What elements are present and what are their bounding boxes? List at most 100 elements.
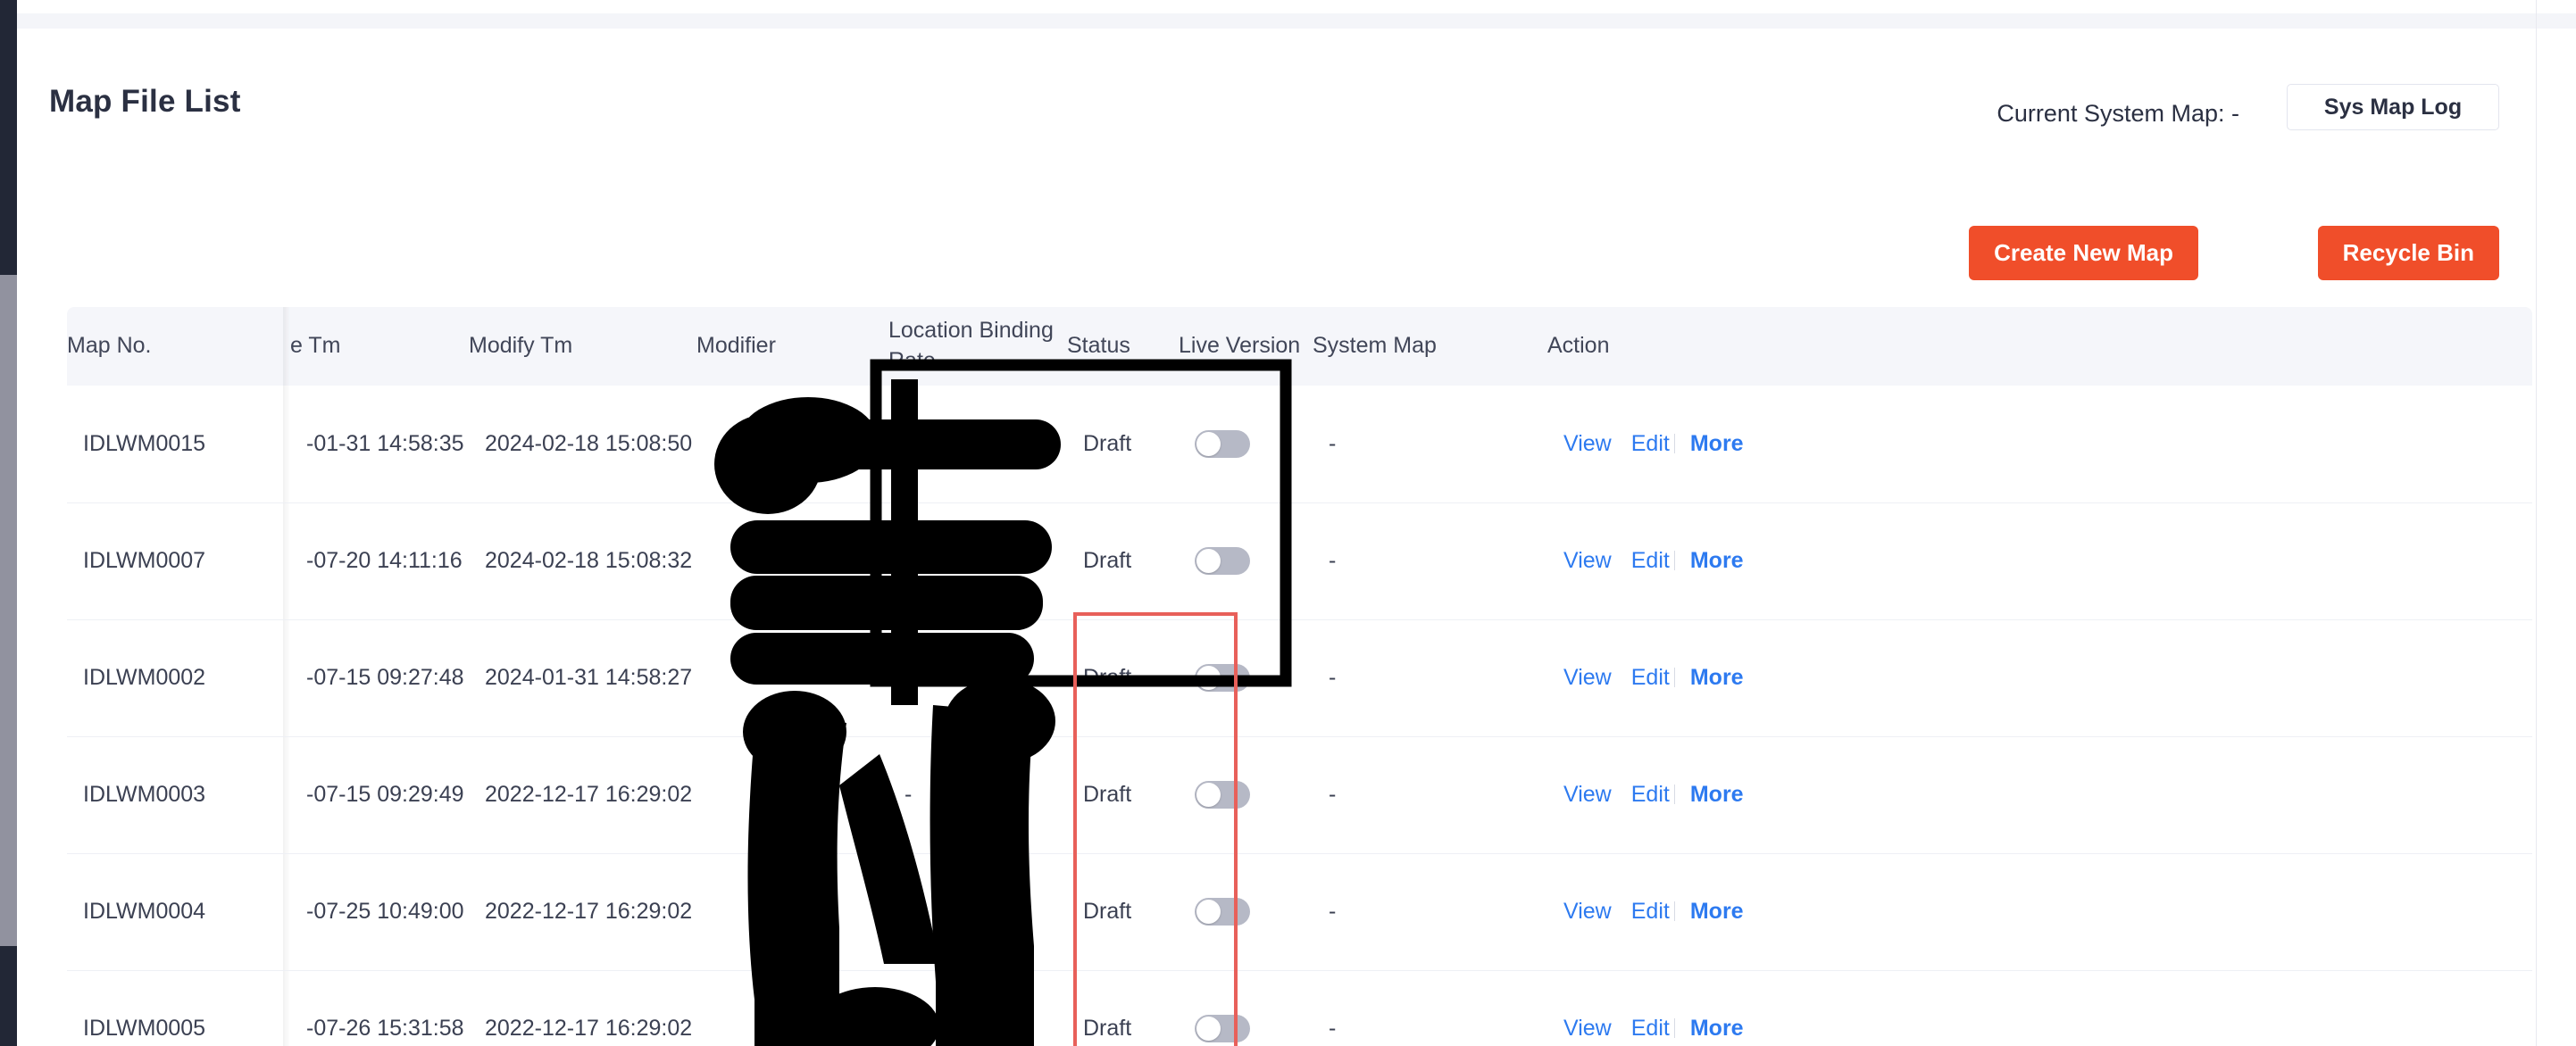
cell-binding-rate: - — [888, 619, 1067, 737]
cell-map-no: IDLWM0005 — [67, 970, 290, 1046]
recycle-bin-button[interactable]: Recycle Bin — [2317, 226, 2499, 280]
toggle-knob — [1196, 666, 1221, 690]
cell-modifier — [696, 970, 888, 1046]
table-row[interactable]: IDLWM0002 -07-15 09:27:48 2024-01-31 14:58… — [67, 619, 2532, 737]
cell-modifier — [696, 502, 888, 620]
right-page-divider — [2536, 0, 2537, 1046]
cell-modifier — [696, 736, 888, 854]
toggle-knob — [1196, 549, 1221, 573]
toggle-knob — [1196, 1017, 1221, 1041]
edit-link[interactable]: Edit — [1631, 665, 1670, 690]
cell-binding-rate: - — [888, 386, 1067, 503]
more-link[interactable]: More — [1690, 548, 1744, 573]
cell-create-tm: -07-20 14:11:16 — [290, 502, 469, 620]
more-link[interactable]: More — [1690, 665, 1744, 690]
toggle-knob — [1196, 431, 1221, 456]
cell-status: Draft — [1067, 619, 1179, 737]
cell-modify-tm: 2024-02-18 15:08:32 — [469, 502, 696, 620]
cell-status: Draft — [1067, 853, 1179, 971]
cell-map-no: IDLWM0002 — [67, 619, 290, 737]
cell-live-version — [1179, 853, 1313, 971]
left-nav-rail — [0, 0, 17, 1046]
edit-link[interactable]: Edit — [1631, 1016, 1670, 1041]
cell-modifier — [696, 386, 888, 503]
top-band — [17, 13, 2576, 29]
more-link[interactable]: More — [1690, 431, 1744, 456]
edit-link[interactable]: Edit — [1631, 899, 1670, 924]
view-link[interactable]: View — [1563, 899, 1612, 924]
cell-modify-tm: 2024-01-31 14:58:27 — [469, 619, 696, 737]
column-header-modifier[interactable]: Modifier — [696, 307, 888, 386]
cell-status: Draft — [1067, 502, 1179, 620]
page-title: Map File List — [49, 84, 241, 119]
live-version-toggle[interactable] — [1195, 429, 1250, 458]
edit-link[interactable]: Edit — [1631, 782, 1670, 807]
table-head: Map No. e Tm Modify Tm Modifier Location… — [67, 307, 2532, 386]
cell-map-no: IDLWM0003 — [67, 736, 290, 854]
table-body: IDLWM0015 -01-31 14:58:35 2024-02-18 15:08… — [67, 386, 2532, 1046]
vertical-scrollbar-thumb[interactable] — [0, 275, 17, 946]
cell-live-version — [1179, 502, 1313, 620]
column-header-create-tm[interactable]: e Tm — [290, 307, 469, 386]
table-header-row: Map No. e Tm Modify Tm Modifier Location… — [67, 307, 2532, 386]
column-header-map-no[interactable]: Map No. — [67, 307, 290, 386]
live-version-toggle[interactable] — [1195, 547, 1250, 575]
cell-system-map: - — [1313, 502, 1547, 620]
cell-action: View Edit More — [1547, 619, 2532, 737]
cell-live-version — [1179, 970, 1313, 1046]
cell-modify-tm: 2024-02-18 15:08:50 — [469, 386, 696, 503]
cell-map-no: IDLWM0007 — [67, 502, 290, 620]
view-link[interactable]: View — [1563, 431, 1612, 456]
action-divider — [1673, 901, 1675, 921]
cell-live-version — [1179, 386, 1313, 503]
action-divider — [1673, 668, 1675, 687]
cell-status: Draft — [1067, 386, 1179, 503]
live-version-toggle[interactable] — [1195, 1015, 1250, 1042]
current-system-map-label: Current System Map: - — [1997, 100, 2239, 127]
column-header-modify-tm[interactable]: Modify Tm — [469, 307, 696, 386]
table-row[interactable]: IDLWM0007 -07-20 14:11:16 2024-02-18 15:08… — [67, 502, 2532, 620]
more-link[interactable]: More — [1690, 782, 1744, 807]
view-link[interactable]: View — [1563, 1016, 1612, 1041]
column-header-system-map[interactable]: System Map — [1313, 307, 1547, 386]
cell-live-version — [1179, 736, 1313, 854]
table-row[interactable]: IDLWM0004 -07-25 10:49:00 2022-12-17 16:29… — [67, 853, 2532, 971]
cell-binding-rate: 2% — [888, 502, 1067, 620]
more-link[interactable]: More — [1690, 1016, 1744, 1041]
column-header-action[interactable]: Action — [1547, 307, 2532, 386]
cell-modify-tm: 2022-12-17 16:29:02 — [469, 853, 696, 971]
view-link[interactable]: View — [1563, 782, 1612, 807]
edit-link[interactable]: Edit — [1631, 548, 1670, 573]
column-header-location-binding-rate[interactable]: Location Binding Rate — [888, 307, 1067, 386]
column-header-live-version[interactable]: Live Version — [1179, 307, 1313, 386]
live-version-toggle[interactable] — [1195, 781, 1250, 809]
sys-map-log-button[interactable]: Sys Map Log — [2287, 84, 2499, 130]
cell-binding-rate: - — [888, 736, 1067, 854]
table-row[interactable]: IDLWM0005 -07-26 15:31:58 2022-12-17 16:29… — [67, 970, 2532, 1046]
action-divider — [1673, 784, 1675, 804]
cell-system-map: - — [1313, 386, 1547, 503]
cell-modify-tm: 2022-12-17 16:29:02 — [469, 736, 696, 854]
cell-system-map: - — [1313, 970, 1547, 1046]
live-version-toggle[interactable] — [1195, 664, 1250, 692]
more-link[interactable]: More — [1690, 899, 1744, 924]
create-new-map-button[interactable]: Create New Map — [1969, 226, 2198, 280]
table-row[interactable]: IDLWM0003 -07-15 09:29:49 2022-12-17 16:29… — [67, 736, 2532, 854]
action-divider — [1673, 551, 1675, 570]
toggle-knob — [1196, 900, 1221, 924]
table-row[interactable]: IDLWM0015 -01-31 14:58:35 2024-02-18 15:08… — [67, 386, 2532, 503]
cell-action: View Edit More — [1547, 736, 2532, 854]
column-header-status[interactable]: Status — [1067, 307, 1179, 386]
view-link[interactable]: View — [1563, 548, 1612, 573]
cell-modifier — [696, 853, 888, 971]
cell-system-map: - — [1313, 853, 1547, 971]
action-divider — [1673, 433, 1675, 453]
cell-binding-rate: - — [888, 853, 1067, 971]
cell-live-version — [1179, 619, 1313, 737]
cell-binding-rate: - — [888, 970, 1067, 1046]
view-link[interactable]: View — [1563, 665, 1612, 690]
cell-action: View Edit More — [1547, 970, 2532, 1046]
live-version-toggle[interactable] — [1195, 898, 1250, 926]
edit-link[interactable]: Edit — [1631, 431, 1670, 456]
cell-modify-tm: 2022-12-17 16:29:02 — [469, 970, 696, 1046]
